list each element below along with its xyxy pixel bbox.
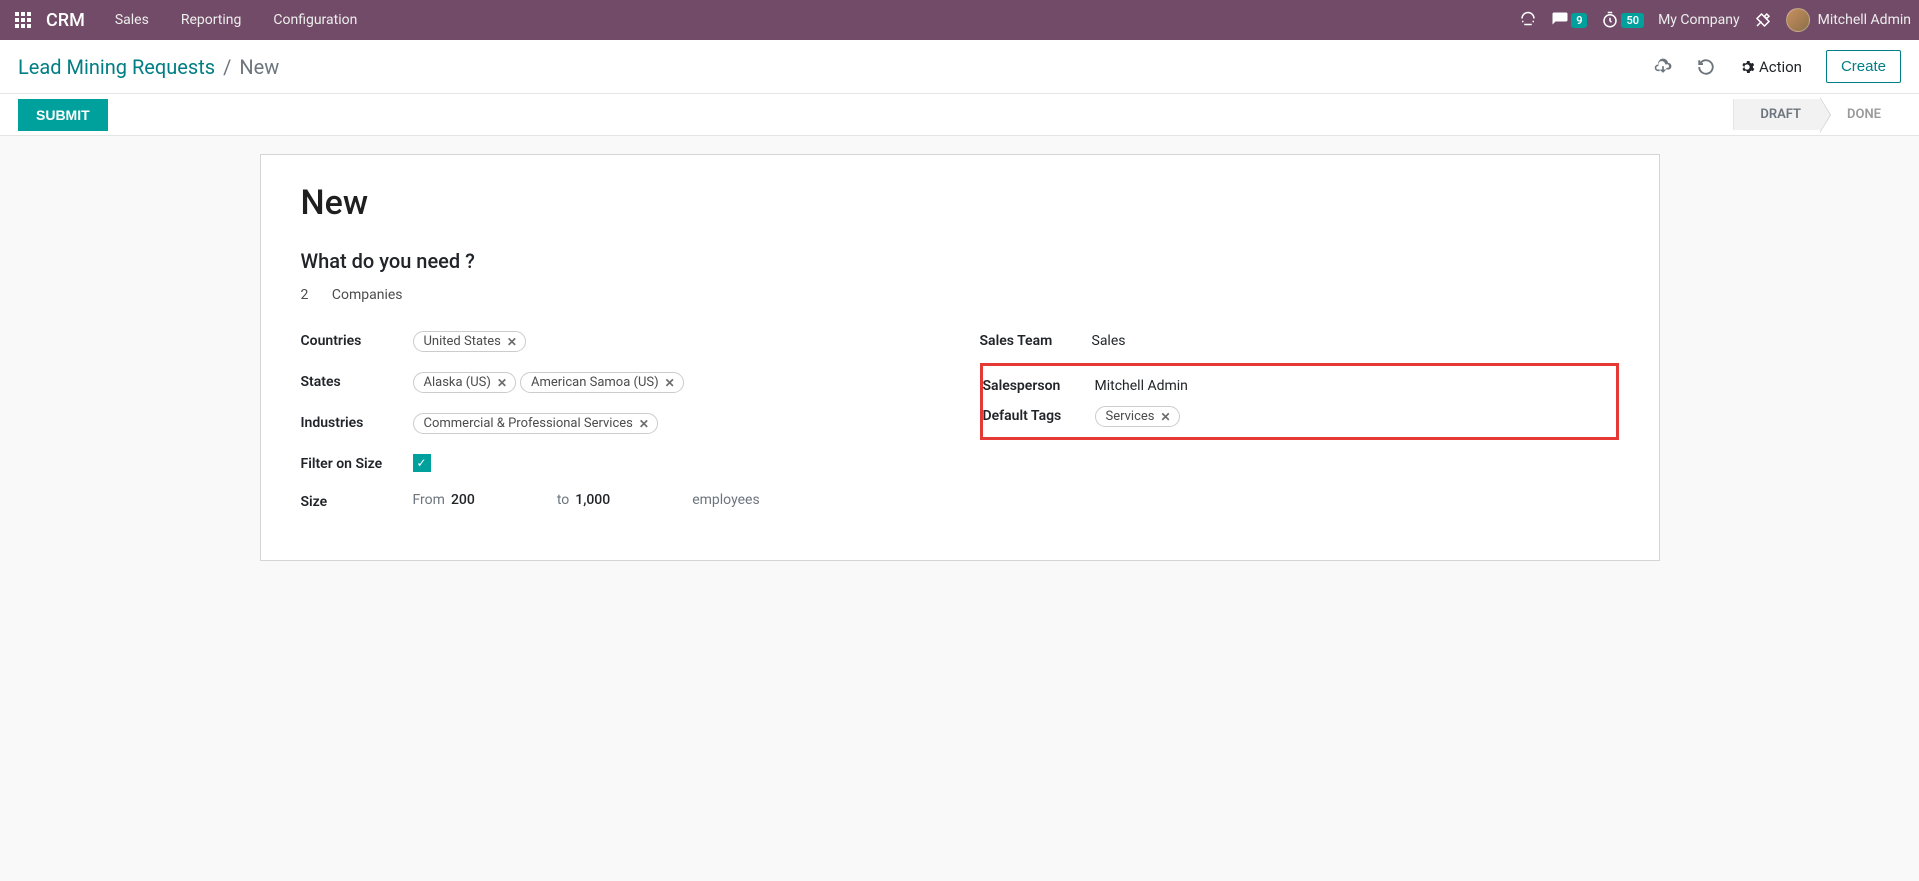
size-from-value[interactable]: 200 xyxy=(451,492,475,508)
record-title: New xyxy=(301,183,1619,223)
control-bar: Lead Mining Requests / New Action Create xyxy=(0,40,1919,94)
cloud-save-icon[interactable] xyxy=(1653,57,1673,77)
salesperson-label: Salesperson xyxy=(983,376,1095,394)
status-row: SUBMIT DRAFT DONE xyxy=(0,94,1919,136)
count-value: 2 xyxy=(301,287,309,303)
size-label: Size xyxy=(301,492,413,510)
app-brand[interactable]: CRM xyxy=(46,10,85,31)
status-step-done[interactable]: DONE xyxy=(1821,99,1901,130)
highlight-annotation: Salesperson Mitchell Admin Default Tags … xyxy=(980,363,1619,440)
field-states: States Alaska (US) ✕ American Samoa (US)… xyxy=(301,362,940,403)
industries-label: Industries xyxy=(301,413,413,431)
debug-tools-icon[interactable] xyxy=(1754,11,1772,29)
phone-icon[interactable] xyxy=(1519,11,1537,29)
states-value[interactable]: Alaska (US) ✕ American Samoa (US) ✕ xyxy=(413,372,940,393)
default-tags-value[interactable]: Services ✕ xyxy=(1095,406,1606,427)
nav-reporting[interactable]: Reporting xyxy=(167,12,256,28)
form-left-column: Countries United States ✕ States Alaska … xyxy=(301,321,940,520)
remove-tag-icon[interactable]: ✕ xyxy=(1161,410,1171,424)
top-navbar: CRM Sales Reporting Configuration 9 50 M… xyxy=(0,0,1919,40)
action-dropdown[interactable]: Action xyxy=(1739,58,1802,76)
tag-country-0: United States ✕ xyxy=(413,331,526,352)
timer-icon[interactable]: 50 xyxy=(1601,11,1644,29)
filter-size-label: Filter on Size xyxy=(301,454,413,472)
status-step-draft[interactable]: DRAFT xyxy=(1733,99,1821,130)
tag-industry-0: Commercial & Professional Services ✕ xyxy=(413,413,658,434)
field-filter-size: Filter on Size ✓ xyxy=(301,444,940,482)
action-label: Action xyxy=(1759,58,1802,76)
sales-team-value[interactable]: Sales xyxy=(1092,331,1619,349)
size-unit: employees xyxy=(692,492,759,508)
create-button[interactable]: Create xyxy=(1826,50,1901,83)
remove-tag-icon[interactable]: ✕ xyxy=(639,417,649,431)
size-from-pre: From xyxy=(413,492,445,508)
filter-size-checkbox[interactable]: ✓ xyxy=(413,454,431,472)
breadcrumb: Lead Mining Requests / New xyxy=(18,55,279,79)
industries-value[interactable]: Commercial & Professional Services ✕ xyxy=(413,413,940,434)
field-countries: Countries United States ✕ xyxy=(301,321,940,362)
tag-default-0: Services ✕ xyxy=(1095,406,1180,427)
submit-button[interactable]: SUBMIT xyxy=(18,99,108,131)
user-menu[interactable]: Mitchell Admin xyxy=(1786,8,1911,32)
default-tags-label: Default Tags xyxy=(983,406,1095,424)
timer-badge: 50 xyxy=(1621,13,1644,28)
remove-tag-icon[interactable]: ✕ xyxy=(497,376,507,390)
countries-value[interactable]: United States ✕ xyxy=(413,331,940,352)
form-sheet: New What do you need ? 2 Companies Count… xyxy=(260,154,1660,561)
breadcrumb-current: New xyxy=(239,55,279,79)
nav-sales[interactable]: Sales xyxy=(101,12,163,28)
remove-tag-icon[interactable]: ✕ xyxy=(665,376,675,390)
tag-state-1: American Samoa (US) ✕ xyxy=(520,372,684,393)
field-sales-team: Sales Team Sales xyxy=(980,321,1619,359)
form-right-column: Sales Team Sales Salesperson Mitchell Ad… xyxy=(980,321,1619,520)
remove-tag-icon[interactable]: ✕ xyxy=(507,335,517,349)
count-label: Companies xyxy=(332,287,403,303)
tag-state-0: Alaska (US) ✕ xyxy=(413,372,517,393)
field-industries: Industries Commercial & Professional Ser… xyxy=(301,403,940,444)
field-default-tags: Default Tags Services ✕ xyxy=(983,400,1606,433)
apps-menu-icon[interactable] xyxy=(8,5,38,35)
company-switcher[interactable]: My Company xyxy=(1658,12,1740,28)
nav-configuration[interactable]: Configuration xyxy=(259,12,371,28)
discuss-badge: 9 xyxy=(1571,13,1587,28)
countries-label: Countries xyxy=(301,331,413,349)
size-to-value[interactable]: 1,000 xyxy=(575,492,610,508)
salesperson-value[interactable]: Mitchell Admin xyxy=(1095,376,1606,394)
discard-icon[interactable] xyxy=(1697,58,1715,76)
count-line: 2 Companies xyxy=(301,287,1619,303)
field-size: Size From 200 to 1,000 employees xyxy=(301,482,940,520)
user-avatar xyxy=(1786,8,1810,32)
sales-team-label: Sales Team xyxy=(980,331,1092,349)
field-salesperson: Salesperson Mitchell Admin xyxy=(983,370,1606,400)
discuss-icon[interactable]: 9 xyxy=(1551,11,1587,29)
size-to-pre: to xyxy=(557,492,569,508)
status-steps: DRAFT DONE xyxy=(1733,99,1901,130)
breadcrumb-root[interactable]: Lead Mining Requests xyxy=(18,55,215,79)
section-title: What do you need ? xyxy=(301,249,1619,273)
states-label: States xyxy=(301,372,413,390)
breadcrumb-sep: / xyxy=(223,55,231,79)
gear-icon xyxy=(1739,59,1755,75)
user-name: Mitchell Admin xyxy=(1818,12,1911,28)
